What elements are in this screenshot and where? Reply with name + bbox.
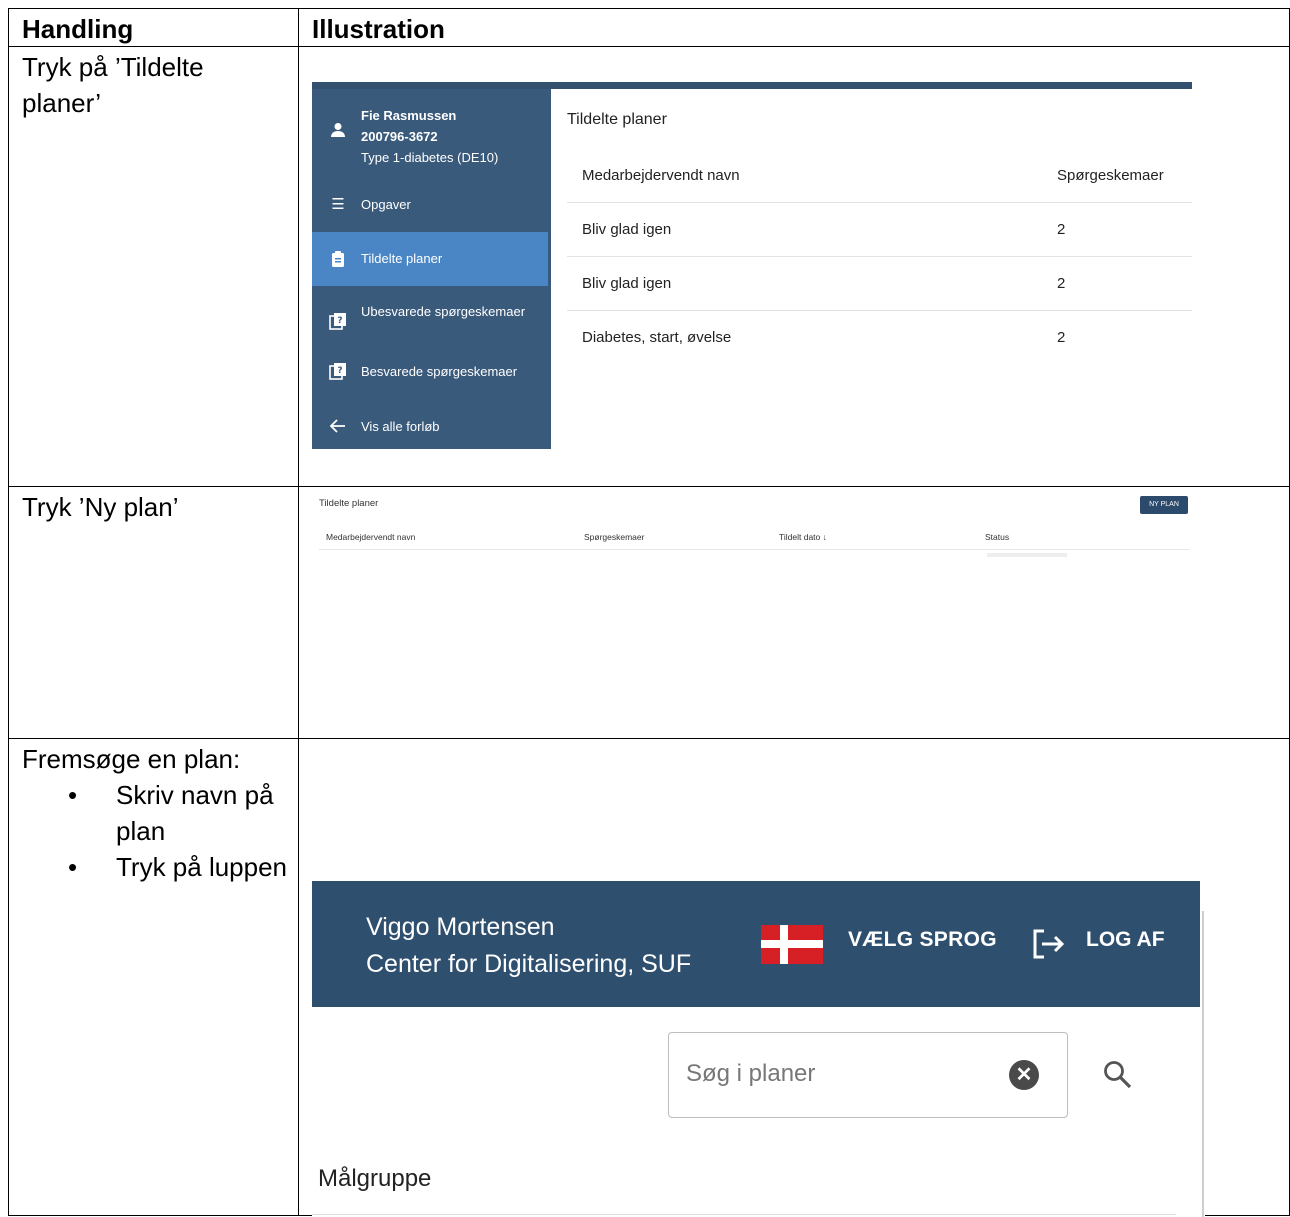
column-header-name: Medarbejdervendt navn	[326, 532, 416, 542]
divider	[312, 1214, 1176, 1215]
loading-skeleton	[987, 553, 1067, 557]
panel-border	[1202, 911, 1204, 1217]
column-header-name: Medarbejdervendt navn	[582, 167, 740, 184]
main-content: Tildelte planer Medarbejdervendt navn Sp…	[551, 89, 1192, 450]
user-name: Viggo Mortensen	[366, 913, 555, 941]
page-title: Tildelte planer	[319, 498, 379, 509]
sidebar-item-label: Tildelte planer	[361, 251, 443, 266]
new-plan-button[interactable]: NY PLAN	[1140, 496, 1188, 514]
sidebar-item-label: Besvarede spørgeskemaer	[361, 364, 518, 379]
sidebar-item-assigned-plans[interactable]: Tildelte planer	[312, 232, 548, 286]
column-header-date[interactable]: Tildelt dato ↓	[779, 532, 827, 542]
column-header-forms: Spørgeskemaer	[1057, 167, 1164, 184]
app-screenshot-new-plan: Tildelte planer NY PLAN Medarbejdervendt…	[312, 489, 1192, 569]
logout-icon[interactable]	[1031, 928, 1065, 960]
search-field: ✕	[668, 1032, 1068, 1118]
instruction-table: Handling Illustration Tryk på ’Tildelte …	[8, 8, 1290, 1217]
sidebar-item-label: Vis alle forløb	[361, 419, 440, 434]
search-icon[interactable]	[1102, 1059, 1134, 1091]
questionnaire-icon: ?	[329, 363, 346, 380]
target-group-label: Målgruppe	[318, 1165, 432, 1192]
plan-forms-count: 2	[1057, 275, 1066, 292]
plan-forms-count: 2	[1057, 329, 1066, 346]
app-screenshot-assigned-plans: Fie Rasmussen 200796-3672 Type 1-diabete…	[312, 82, 1192, 450]
search-input[interactable]	[686, 1057, 986, 1091]
bullet-item: Tryk på luppen	[68, 849, 288, 885]
row2-illustration: Tildelte planer NY PLAN Medarbejdervendt…	[298, 486, 1290, 739]
sidebar-item-tasks[interactable]: ☰ Opgaver	[312, 189, 548, 221]
person-icon	[331, 123, 345, 137]
row3-action-title: Fremsøge en plan:	[22, 744, 241, 774]
table-header-row: Medarbejdervendt navn Spørgeskemaer Tild…	[319, 529, 1189, 550]
logout-button[interactable]: LOG AF	[1086, 928, 1165, 952]
table-row[interactable]: Diabetes, start, øvelse 2	[567, 310, 1192, 364]
patient-diagnosis: Type 1-diabetes (DE10)	[361, 150, 499, 165]
svg-text:?: ?	[337, 316, 342, 326]
choose-language-button[interactable]: VÆLG SPROG	[848, 928, 997, 952]
row2-action: Tryk ’Ny plan’	[8, 486, 299, 739]
sidebar: Fie Rasmussen 200796-3672 Type 1-diabete…	[312, 89, 551, 449]
arrow-left-icon	[329, 419, 345, 433]
patient-name: Fie Rasmussen	[361, 108, 457, 123]
sidebar-item-unanswered[interactable]: ? Ubesvarede spørgeskemaer	[312, 299, 548, 343]
sidebar-item-label: Opgaver	[361, 197, 411, 212]
plan-forms-count: 2	[1057, 221, 1066, 238]
column-header-status: Status	[985, 532, 1010, 542]
plan-name: Bliv glad igen	[582, 221, 672, 238]
patient-info: Fie Rasmussen 200796-3672 Type 1-diabete…	[361, 105, 498, 168]
row1-action: Tryk på ’Tildelte planer’	[8, 46, 299, 487]
clear-icon[interactable]: ✕	[1009, 1060, 1039, 1090]
app-header: Viggo Mortensen Center for Digitaliserin…	[312, 881, 1200, 1007]
patient-id: 200796-3672	[361, 129, 438, 144]
questionnaire-icon: ?	[329, 313, 346, 330]
top-bar	[312, 82, 1192, 89]
row3-illustration: Viggo Mortensen Center for Digitaliserin…	[298, 738, 1290, 1217]
user-info: Viggo Mortensen Center for Digitaliserin…	[366, 909, 691, 983]
plan-name: Bliv glad igen	[582, 275, 672, 292]
sidebar-item-label: Ubesvarede spørgeskemaer	[361, 304, 526, 319]
svg-text:?: ?	[337, 366, 342, 376]
table-row[interactable]: Bliv glad igen 2	[567, 256, 1192, 311]
bullet-item: Skriv navn på plan	[68, 777, 288, 849]
sidebar-item-answered[interactable]: ? Besvarede spørgeskemaer	[312, 356, 548, 386]
danish-flag-icon[interactable]	[761, 925, 823, 964]
table-header-row: Medarbejdervendt navn Spørgeskemaer	[567, 148, 1192, 203]
header-illustration: Illustration	[298, 8, 1290, 47]
list-icon: ☰	[331, 196, 345, 213]
sidebar-item-all-courses[interactable]: Vis alle forløb	[312, 411, 548, 441]
table-row[interactable]: Bliv glad igen 2	[567, 202, 1192, 257]
row1-illustration: Fie Rasmussen 200796-3672 Type 1-diabete…	[298, 46, 1290, 487]
app-screenshot-search: Viggo Mortensen Center for Digitaliserin…	[312, 881, 1205, 1217]
header-handling: Handling	[8, 8, 299, 47]
column-header-forms: Spørgeskemaer	[584, 532, 645, 542]
organization: Center for Digitalisering, SUF	[366, 950, 692, 978]
plan-name: Diabetes, start, øvelse	[582, 329, 732, 346]
page-title: Tildelte planer	[567, 111, 667, 128]
clipboard-icon	[332, 251, 344, 267]
row3-bullets: Skriv navn på plan Tryk på luppen	[22, 777, 288, 885]
row3-action: Fremsøge en plan: Skriv navn på plan Try…	[8, 738, 299, 1216]
